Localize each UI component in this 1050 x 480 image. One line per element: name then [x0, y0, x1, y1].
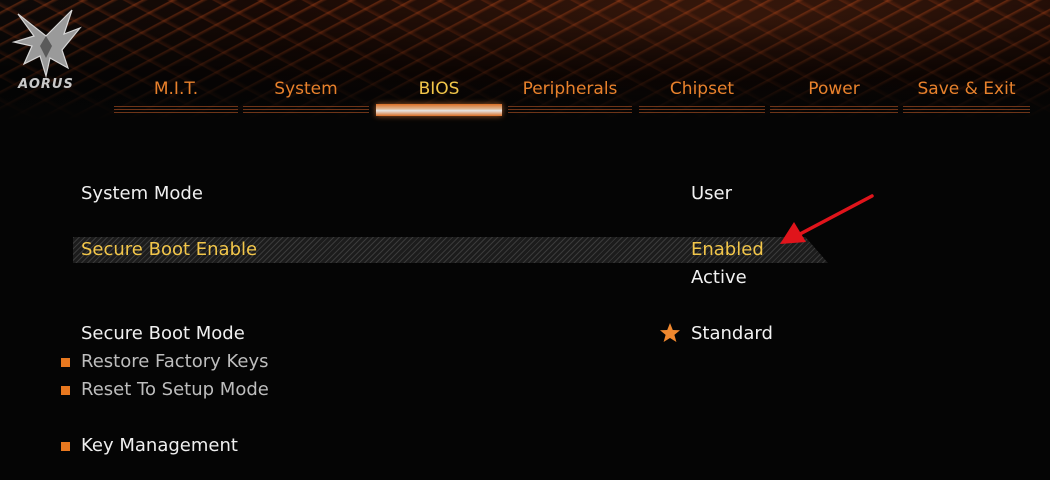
restore-factory-keys-item[interactable]: Restore Factory Keys: [81, 351, 269, 372]
tab-system[interactable]: System: [243, 76, 369, 102]
tab-underline-mit: [114, 106, 238, 115]
tab-underline-peripherals: [508, 106, 632, 115]
tab-underline-chipset: [639, 106, 765, 115]
system-mode-label: System Mode: [81, 183, 203, 204]
tab-mit[interactable]: M.I.T.: [114, 76, 238, 102]
square-bullet-icon: [61, 358, 70, 367]
tab-underline-save-exit: [903, 106, 1030, 115]
tab-underline-system: [243, 106, 369, 115]
square-bullet-icon: [61, 442, 70, 451]
secure-boot-status: Active: [691, 267, 747, 288]
header-banner: [0, 0, 1050, 120]
secure-boot-enable-value[interactable]: Enabled: [691, 239, 764, 260]
reset-to-setup-mode-item[interactable]: Reset To Setup Mode: [81, 379, 269, 400]
system-mode-value: User: [691, 183, 733, 204]
key-management-item[interactable]: Key Management: [81, 435, 238, 456]
square-bullet-icon: [61, 386, 70, 395]
secure-boot-mode-label[interactable]: Secure Boot Mode: [81, 323, 245, 344]
star-icon: [660, 323, 680, 342]
tab-chipset[interactable]: Chipset: [639, 76, 765, 102]
secure-boot-enable-label[interactable]: Secure Boot Enable: [81, 239, 257, 260]
tab-power[interactable]: Power: [770, 76, 898, 102]
tab-save-exit[interactable]: Save & Exit: [903, 76, 1030, 102]
brand-logo-text: AORUS: [18, 77, 74, 92]
tab-bios[interactable]: BIOS: [376, 76, 502, 102]
tab-underline-power: [770, 106, 898, 115]
tab-peripherals[interactable]: Peripherals: [508, 76, 632, 102]
secure-boot-mode-value[interactable]: Standard: [691, 323, 773, 344]
tab-underline-bios-active: [376, 104, 502, 116]
red-arrow-icon: [780, 194, 874, 244]
